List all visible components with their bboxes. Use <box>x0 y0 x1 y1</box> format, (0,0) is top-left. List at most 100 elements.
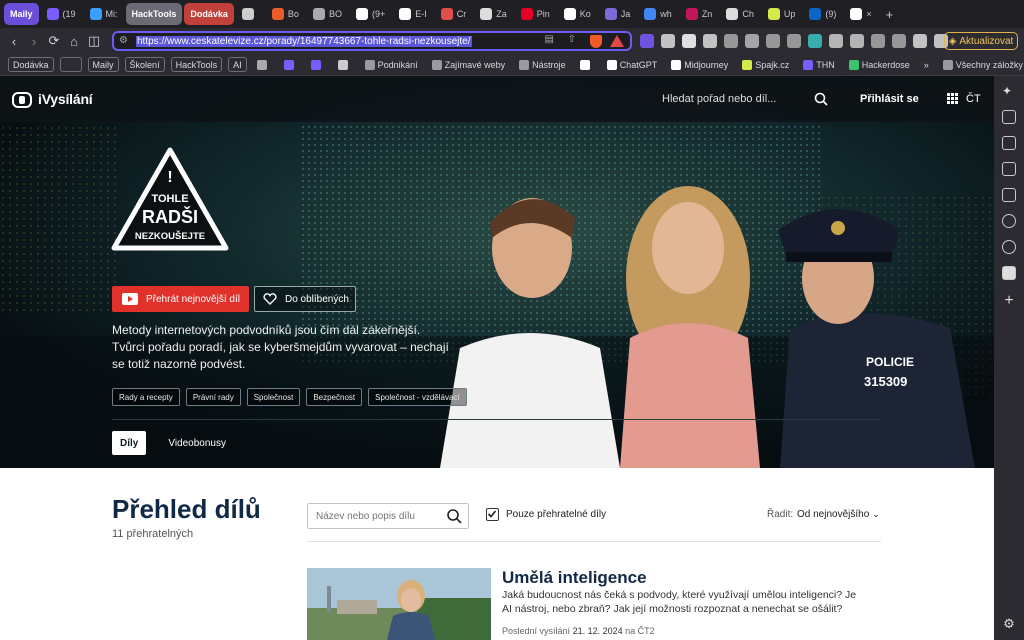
playlist-icon[interactable] <box>1002 110 1016 124</box>
bookmark-item[interactable] <box>253 57 274 72</box>
browser-tab[interactable]: Zn <box>680 3 719 25</box>
sidebar-settings-icon[interactable]: ⚙ <box>1003 616 1015 632</box>
new-tab-button[interactable]: + <box>880 3 900 25</box>
bookmark-item[interactable] <box>307 57 328 72</box>
bookmark-item[interactable]: Podnikání <box>361 57 422 72</box>
extension-icon[interactable] <box>703 34 717 48</box>
reader-icon[interactable]: ▤ <box>545 34 554 45</box>
wallet-icon[interactable] <box>1002 136 1016 150</box>
ct-menu-label[interactable]: ČT <box>966 93 981 105</box>
bookmark-item[interactable] <box>576 57 597 72</box>
bookmarks-panel-icon[interactable] <box>1002 162 1016 176</box>
bookmark-item[interactable]: Hackerdose <box>845 57 914 72</box>
bookmark-item[interactable] <box>334 57 355 72</box>
chatgpt-panel-icon[interactable] <box>1002 214 1016 228</box>
extension-icon[interactable] <box>787 34 801 48</box>
extension-icon[interactable] <box>682 34 696 48</box>
browser-tab[interactable]: Up <box>762 3 802 25</box>
browser-tab[interactable]: Cr <box>435 3 473 25</box>
genre-tag[interactable]: Společnost <box>246 388 301 406</box>
brave-rewards-icon[interactable] <box>610 35 624 47</box>
browser-tab[interactable]: Pin <box>515 3 556 25</box>
episode-title[interactable]: Umělá inteligence <box>502 568 647 588</box>
apps-grid-icon[interactable] <box>947 93 958 104</box>
browser-tab[interactable]: Bo <box>266 3 305 25</box>
home-icon[interactable]: ⌂ <box>64 31 84 51</box>
extension-icon[interactable] <box>871 34 885 48</box>
browser-tab[interactable]: Za <box>474 3 513 25</box>
brave-shield-icon[interactable] <box>590 35 602 48</box>
browser-tab[interactable]: wh <box>638 3 678 25</box>
browser-tab[interactable]: × <box>844 3 877 25</box>
share-icon[interactable]: ⇧ <box>568 34 576 45</box>
browser-tab[interactable]: Dodávka <box>184 3 234 25</box>
browser-tab[interactable]: HackTools <box>125 3 183 25</box>
genre-tag[interactable]: Společnost - vzdělávací <box>368 388 467 406</box>
extension-icon[interactable] <box>892 34 906 48</box>
genre-tag[interactable]: Bezpečnost <box>306 388 363 406</box>
episode-filter-input[interactable]: Název nebo popis dílu <box>307 503 469 529</box>
extension-icon[interactable] <box>640 34 654 48</box>
bookmark-item[interactable]: Maily <box>87 57 119 72</box>
browser-tab[interactable]: Ch <box>720 3 760 25</box>
bookmark-item[interactable]: ChatGPT <box>603 57 662 72</box>
browser-tab[interactable]: (9) <box>803 3 842 25</box>
bookmark-item[interactable]: HackTools <box>170 57 223 72</box>
extension-icon[interactable] <box>829 34 843 48</box>
forward-icon[interactable]: › <box>24 31 44 51</box>
reading-list-icon[interactable] <box>1002 188 1016 202</box>
browser-tab[interactable]: Ja <box>599 3 637 25</box>
bookmark-item[interactable]: Všechny záložky <box>939 57 1024 72</box>
browser-tab[interactable] <box>236 3 264 25</box>
url-bar[interactable]: ⚙ https://www.ceskatelevize.cz/porady/16… <box>112 31 632 51</box>
tab-video-bonuses[interactable]: Videobonusy <box>160 431 234 455</box>
bookmark-item[interactable]: » <box>920 57 933 72</box>
sign-in-button[interactable]: Přihlásit se <box>860 93 919 105</box>
add-to-favorites-button[interactable]: Do oblíbených <box>254 286 356 312</box>
bookmark-item[interactable]: AI <box>228 57 247 72</box>
bookmark-item[interactable]: Spajk.cz <box>738 57 793 72</box>
bookmark-item[interactable] <box>59 57 82 72</box>
bookmark-item[interactable]: Nástroje <box>515 57 570 72</box>
browser-tab[interactable]: Mi: <box>84 3 124 25</box>
extension-panel-icon[interactable] <box>1002 266 1016 280</box>
playable-only-label[interactable]: Pouze přehratelné díly <box>506 509 606 520</box>
bookmark-icon[interactable]: ◫ <box>84 31 104 51</box>
genre-tag[interactable]: Právní rady <box>185 388 241 406</box>
bookmark-item[interactable]: THN <box>799 57 839 72</box>
extension-icon[interactable] <box>808 34 822 48</box>
site-logo-text[interactable]: iVysílání <box>38 91 93 107</box>
bookmark-item[interactable]: Zajímavé weby <box>428 57 510 72</box>
browser-tab[interactable]: (9+ <box>350 3 391 25</box>
episode-thumbnail[interactable] <box>307 568 491 640</box>
search-input[interactable]: Hledat pořad nebo díl... <box>662 93 776 105</box>
browser-tab[interactable]: E-I <box>393 3 433 25</box>
play-latest-button[interactable]: Přehrát nejnovější díl <box>112 286 249 312</box>
genre-tag[interactable]: Rady a recepty <box>112 388 180 406</box>
playable-only-checkbox[interactable] <box>486 508 499 521</box>
ct-logo-icon[interactable] <box>12 92 32 108</box>
tab-episodes[interactable]: Díly <box>112 431 147 455</box>
sort-dropdown[interactable]: Od nejnovějšího ⌄ <box>797 509 880 520</box>
bookmark-item[interactable]: Dodávka <box>8 57 54 72</box>
leo-ai-icon[interactable]: ✦ <box>1002 84 1016 98</box>
extension-icon[interactable] <box>850 34 864 48</box>
add-panel-icon[interactable]: + <box>1004 292 1013 310</box>
browser-tab[interactable]: Maily <box>4 3 39 25</box>
browser-tab[interactable]: (19 <box>41 3 82 25</box>
site-settings-icon[interactable]: ⚙ <box>119 35 128 46</box>
extension-icon[interactable] <box>766 34 780 48</box>
openai-panel-icon[interactable] <box>1002 240 1016 254</box>
bookmark-item[interactable]: Školení <box>124 57 165 72</box>
bookmark-item[interactable] <box>280 57 301 72</box>
extension-icon[interactable] <box>724 34 738 48</box>
browser-tab[interactable]: BO <box>307 3 348 25</box>
update-button[interactable]: ◈ Aktualizovat <box>944 32 1018 50</box>
back-icon[interactable]: ‹ <box>4 31 24 51</box>
search-icon[interactable] <box>446 508 462 524</box>
extension-icon[interactable] <box>745 34 759 48</box>
extension-icon[interactable] <box>661 34 675 48</box>
bookmark-item[interactable]: Midjourney <box>667 57 732 72</box>
search-icon[interactable] <box>814 92 828 106</box>
browser-tab[interactable]: Ko <box>558 3 597 25</box>
